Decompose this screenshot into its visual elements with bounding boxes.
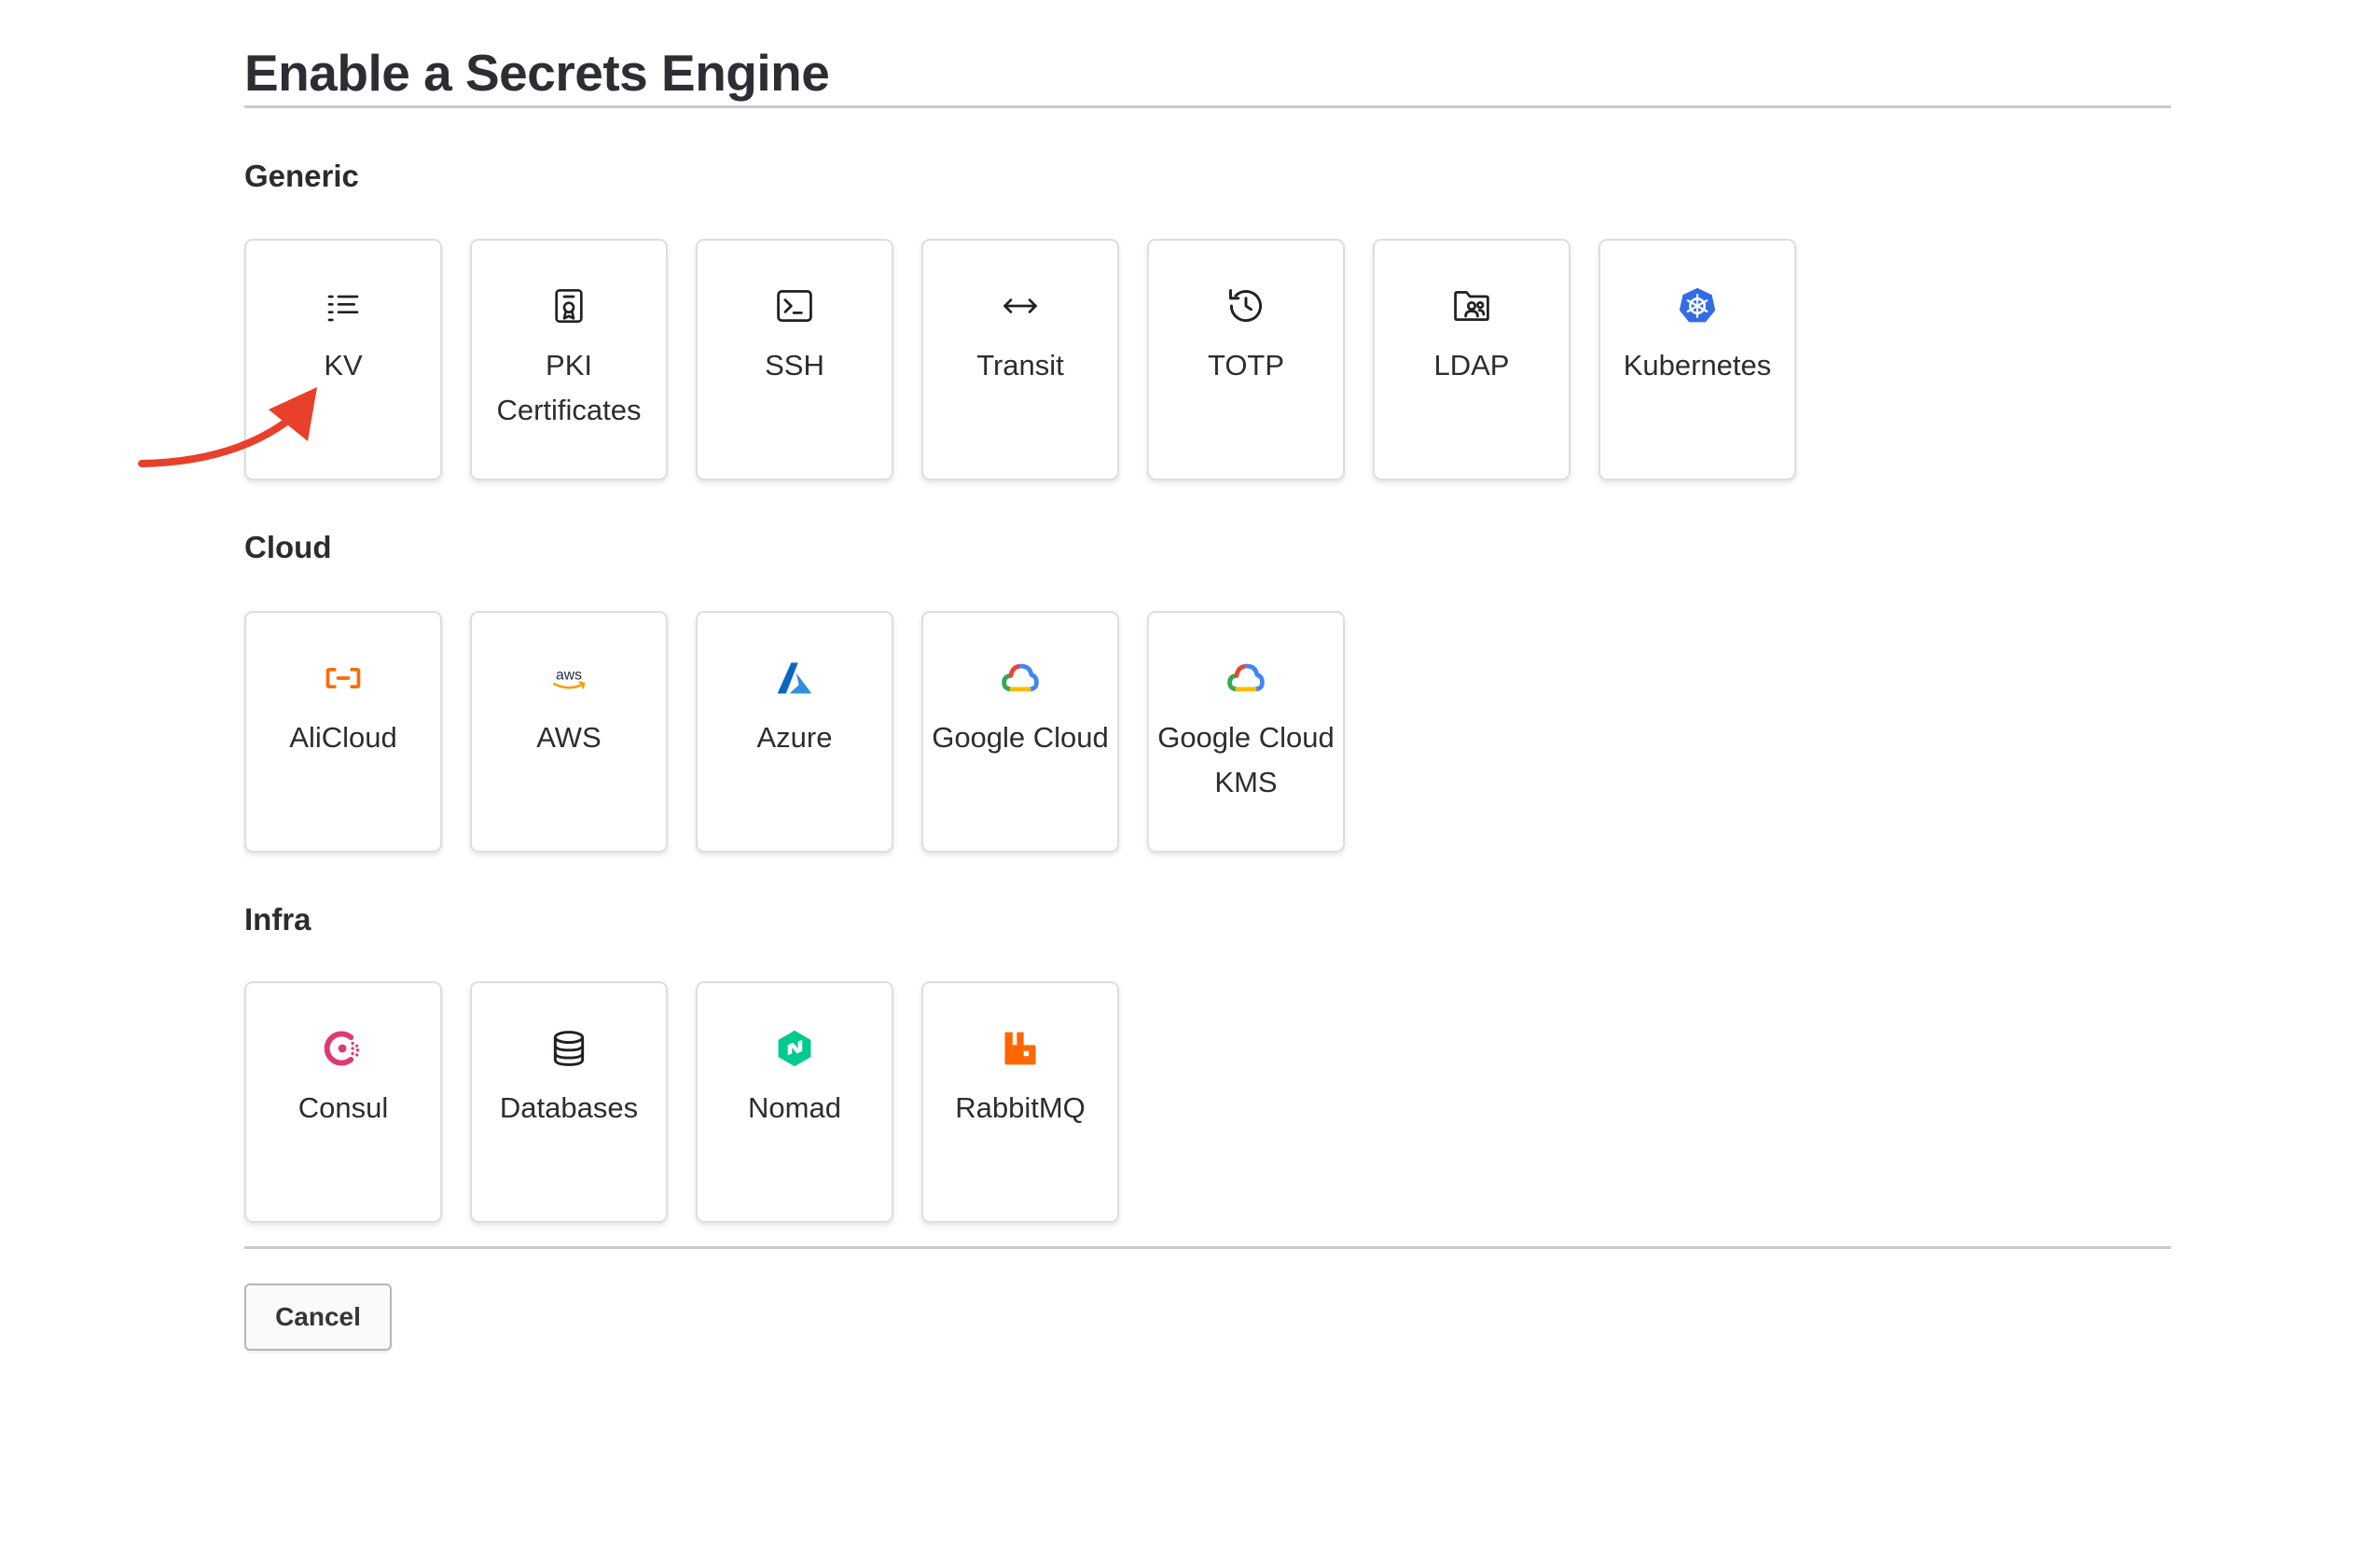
engine-card-label: Google Cloud bbox=[932, 721, 1109, 754]
google-cloud-icon bbox=[1000, 658, 1041, 699]
engine-card-label: Databases bbox=[499, 1091, 639, 1124]
arrows-left-right-icon bbox=[1000, 285, 1041, 326]
terminal-icon bbox=[774, 285, 815, 326]
engine-card-label: RabbitMQ bbox=[955, 1091, 1086, 1124]
svg-text:aws: aws bbox=[556, 668, 582, 684]
engine-card-azure[interactable]: Azure bbox=[696, 611, 893, 853]
engine-card-label: Google Cloud KMS bbox=[1157, 721, 1335, 798]
engine-card-consul[interactable]: Consul bbox=[244, 981, 442, 1223]
engine-card-pki-certificates[interactable]: PKI Certificates bbox=[470, 239, 668, 480]
title-divider bbox=[244, 105, 2171, 108]
engine-card-databases[interactable]: Databases bbox=[470, 981, 668, 1223]
engine-card-label: TOTP bbox=[1207, 349, 1285, 382]
consul-icon bbox=[323, 1028, 364, 1069]
engine-card-label: Kubernetes bbox=[1623, 349, 1772, 382]
engine-card-alicloud[interactable]: AliCloud bbox=[244, 611, 442, 853]
card-row-cloud: AliCloud aws AWS Azure Google Cloud Goog… bbox=[244, 611, 1345, 853]
engine-card-label: AWS bbox=[536, 721, 602, 754]
engine-card-label: AliCloud bbox=[289, 721, 397, 754]
section-heading-infra: Infra bbox=[244, 902, 311, 937]
section-heading-cloud: Cloud bbox=[244, 530, 332, 564]
annotation-arrow-icon bbox=[138, 387, 317, 467]
engine-card-totp[interactable]: TOTP bbox=[1147, 239, 1345, 480]
section-heading-generic: Generic bbox=[244, 159, 359, 193]
page-container: Enable a Secrets Engine Generic KV PKI C… bbox=[244, 0, 2171, 1351]
page-title: Enable a Secrets Engine bbox=[244, 44, 830, 102]
engine-card-label: Transit bbox=[976, 349, 1064, 382]
card-row-generic: KV PKI Certificates SSH Transit TOTP LDA… bbox=[244, 239, 1796, 480]
aws-icon: aws bbox=[548, 658, 589, 699]
engine-card-label: Azure bbox=[756, 721, 833, 754]
engine-card-google-cloud-kms[interactable]: Google Cloud KMS bbox=[1147, 611, 1345, 853]
engine-card-label: Consul bbox=[298, 1091, 389, 1124]
engine-card-google-cloud[interactable]: Google Cloud bbox=[921, 611, 1119, 853]
engine-card-rabbitmq[interactable]: RabbitMQ bbox=[921, 981, 1119, 1223]
engine-card-transit[interactable]: Transit bbox=[921, 239, 1119, 480]
folder-users-icon bbox=[1451, 285, 1492, 326]
engine-card-label: LDAP bbox=[1433, 349, 1510, 382]
list-icon bbox=[323, 285, 364, 326]
nomad-icon bbox=[774, 1028, 815, 1069]
google-cloud-icon bbox=[1225, 658, 1266, 699]
certificate-icon bbox=[548, 285, 589, 326]
engine-card-label: Nomad bbox=[748, 1091, 841, 1124]
database-icon bbox=[548, 1028, 589, 1069]
alicloud-icon bbox=[323, 658, 364, 699]
footer-divider bbox=[244, 1246, 2171, 1249]
kubernetes-icon bbox=[1677, 285, 1718, 326]
history-icon bbox=[1225, 285, 1266, 326]
engine-card-label: PKI Certificates bbox=[496, 349, 642, 426]
card-row-infra: Consul Databases Nomad RabbitMQ bbox=[244, 981, 1119, 1223]
cancel-button[interactable]: Cancel bbox=[244, 1283, 392, 1351]
engine-card-aws[interactable]: aws AWS bbox=[470, 611, 668, 853]
engine-card-ssh[interactable]: SSH bbox=[696, 239, 893, 480]
rabbitmq-icon bbox=[1000, 1028, 1041, 1069]
engine-card-nomad[interactable]: Nomad bbox=[696, 981, 893, 1223]
engine-card-label: SSH bbox=[765, 349, 824, 382]
engine-card-ldap[interactable]: LDAP bbox=[1373, 239, 1571, 480]
engine-card-kubernetes[interactable]: Kubernetes bbox=[1598, 239, 1796, 480]
azure-icon bbox=[774, 658, 815, 699]
